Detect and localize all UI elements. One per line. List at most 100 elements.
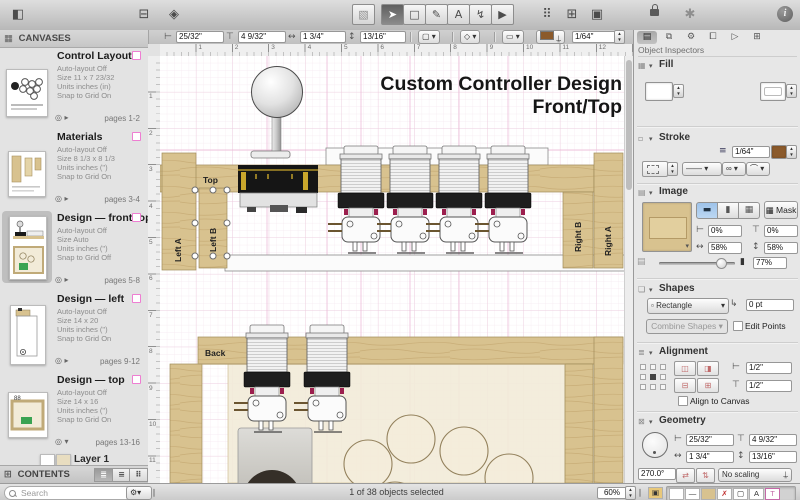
- canvas-thumbnail[interactable]: 88: [8, 392, 48, 438]
- eye-disclosure[interactable]: ◎ ▸: [55, 356, 69, 365]
- canvas-item-materials[interactable]: Materials Auto-layout Off Size 8 1/3 x 8…: [0, 129, 148, 210]
- image-tile-toggle[interactable]: ▦: [738, 202, 760, 219]
- canvas-item-design-left[interactable]: Design — left Auto-layout Off Size 14 x …: [0, 291, 148, 372]
- view-list-button[interactable]: ≣: [94, 468, 113, 482]
- align-horizontal-button[interactable]: ◫: [674, 361, 696, 376]
- tab-document-inspectors[interactable]: ▷: [725, 31, 745, 44]
- opacity-slider-knob[interactable]: [716, 258, 727, 269]
- align-anchor-dot[interactable]: [660, 364, 666, 370]
- tab-properties-inspectors[interactable]: ⚙: [681, 31, 701, 44]
- fill-style-well[interactable]: [760, 82, 786, 101]
- image-preview-disclosure[interactable]: ▾: [685, 242, 689, 250]
- search-input[interactable]: Search: [4, 486, 138, 500]
- fill-disclosure-icon[interactable]: ▾: [649, 62, 653, 70]
- v-spacing-field[interactable]: 1/2": [746, 380, 792, 392]
- geometry-y-field[interactable]: 4 9/32": [749, 434, 797, 446]
- edit-points-checkbox[interactable]: [733, 321, 743, 331]
- shape-style-dropdown[interactable]: ▢ ▾: [418, 30, 440, 44]
- stroke-width-field[interactable]: 1/64": [732, 146, 770, 158]
- rotation-dial[interactable]: [642, 432, 668, 458]
- mask-button[interactable]: ▦ Mask: [764, 201, 798, 219]
- image-stretch-toggle[interactable]: ▮: [717, 202, 739, 219]
- group-sparkle-icon[interactable]: ✱: [678, 4, 702, 25]
- style-swatch-font[interactable]: A: [749, 488, 764, 500]
- tab-type-inspectors[interactable]: ⧉: [659, 31, 679, 44]
- scaling-dropdown[interactable]: No scaling ⍊: [718, 468, 792, 482]
- image-fit-toggle[interactable]: ▬: [696, 202, 718, 219]
- drawing-title-line1[interactable]: Custom Controller Design: [380, 73, 622, 95]
- align-vertical-center-button[interactable]: ⊞: [697, 378, 719, 393]
- tab-object-inspectors[interactable]: ▤: [637, 31, 657, 44]
- canvas-item-design-top[interactable]: 88 Design — top Auto-layout Off Size 14 …: [0, 372, 148, 453]
- fill-color-well[interactable]: [645, 82, 673, 101]
- image-disclosure-icon[interactable]: ▾: [649, 189, 653, 197]
- canvases-tool-icon[interactable]: ⊟: [132, 4, 156, 25]
- fill-color-stepper[interactable]: ▲▼: [673, 84, 684, 98]
- h-spacing-field[interactable]: 1/2": [746, 362, 792, 374]
- align-to-canvas-checkbox[interactable]: [678, 396, 688, 406]
- diagram-layout-icon[interactable]: ⊞: [560, 4, 584, 25]
- stroke-corner-stepper[interactable]: ▲▼: [667, 162, 678, 176]
- canvas-size-icon[interactable]: ▣: [585, 4, 609, 25]
- alignment-disclosure-icon[interactable]: ▾: [649, 349, 653, 357]
- canvas-item-control-layout[interactable]: Control Layout Auto-layout Off Size 11 x…: [0, 48, 148, 129]
- style-swatch-fill[interactable]: [669, 488, 684, 500]
- opacity-field[interactable]: 77%: [753, 257, 787, 269]
- image-scale-y-field[interactable]: 58%: [764, 242, 798, 254]
- text-tool-button[interactable]: A: [447, 4, 470, 25]
- top-section-view[interactable]: Back: [170, 325, 623, 483]
- wood-right-outer-column[interactable]: [594, 337, 623, 483]
- pointer-tool-button[interactable]: ➤: [381, 4, 404, 25]
- wood-left-column[interactable]: [170, 364, 202, 483]
- align-anchor-dot[interactable]: [640, 374, 646, 380]
- pen-tool-button[interactable]: ✎: [425, 4, 448, 25]
- align-horizontal-center-button[interactable]: ◨: [697, 361, 719, 376]
- flip-vertical-button[interactable]: ⇅: [696, 468, 715, 483]
- style-swatch-icon[interactable]: ▧: [352, 4, 375, 25]
- splitter-handle[interactable]: ∥: [152, 488, 156, 497]
- canvas-name[interactable]: Design — top: [57, 374, 125, 386]
- fill-style-dropdown[interactable]: ◇ ▾: [460, 30, 480, 44]
- line-style-dropdown[interactable]: ▭ ▾: [502, 30, 524, 44]
- shapes-disclosure-icon[interactable]: ▾: [649, 286, 653, 294]
- drawing-title-line2[interactable]: Front/Top: [532, 96, 622, 118]
- image-offset-x-field[interactable]: 0%: [708, 225, 742, 237]
- align-anchor-dot[interactable]: [650, 384, 656, 390]
- layer-name[interactable]: Layer 1: [74, 454, 109, 465]
- image-scale-x-field[interactable]: 58%: [708, 242, 742, 254]
- scrollbar-thumb[interactable]: [626, 60, 632, 190]
- line-join-dropdown[interactable]: ∞ ▾: [722, 162, 746, 176]
- eye-disclosure[interactable]: ◎ ▾: [55, 437, 69, 446]
- action-tool-button[interactable]: ▶: [491, 4, 514, 25]
- apply-style-button[interactable]: ▣: [648, 487, 663, 499]
- image-preview-well[interactable]: ▾: [642, 202, 692, 252]
- canvas-name[interactable]: Materials: [57, 131, 103, 143]
- zoom-field[interactable]: 60%: [597, 487, 627, 499]
- wood-right-inner-column[interactable]: [565, 364, 593, 483]
- stroke-color-stepper[interactable]: ▲▼: [786, 145, 797, 159]
- line-cap-dropdown[interactable]: ⌒ ▾: [746, 162, 770, 176]
- canvas-name[interactable]: Design — left: [57, 293, 124, 305]
- style-swatch-image[interactable]: [701, 488, 716, 500]
- align-anchor-dot[interactable]: [660, 374, 666, 380]
- style-swatch-line[interactable]: —: [685, 488, 700, 500]
- shape-tool-button[interactable]: □: [403, 4, 426, 25]
- tab-misc-inspectors[interactable]: ⊞: [747, 31, 767, 44]
- sidebar-toggle-icon[interactable]: ◧: [6, 4, 30, 25]
- size-w-field[interactable]: 1 3/4": [300, 31, 346, 43]
- geometry-w-field[interactable]: 1 3/4": [686, 451, 734, 463]
- rotation-field[interactable]: 270.0°: [638, 468, 676, 480]
- stroke-width-field[interactable]: 1/64": [572, 31, 616, 43]
- pos-y-field[interactable]: 4 9/32": [238, 31, 286, 43]
- canvas-item-design-front-top[interactable]: Design — front/top Auto-layout Off Size …: [0, 210, 148, 291]
- stroke-width-stepper[interactable]: ▲▼: [614, 30, 625, 44]
- canvas-thumbnail[interactable]: [8, 151, 46, 197]
- flip-horizontal-button[interactable]: ⇄: [676, 468, 695, 483]
- image-offset-y-field[interactable]: 0%: [764, 225, 798, 237]
- combine-shapes-button[interactable]: Combine Shapes ▾: [646, 319, 728, 334]
- stroke-color-well[interactable]: [771, 145, 787, 159]
- canvas-drawing[interactable]: Custom Controller Design Front/Top: [160, 56, 633, 483]
- align-anchor-dot[interactable]: [660, 384, 666, 390]
- canvas-thumbnail[interactable]: [10, 305, 46, 365]
- eye-disclosure[interactable]: ◎ ▸: [55, 275, 69, 284]
